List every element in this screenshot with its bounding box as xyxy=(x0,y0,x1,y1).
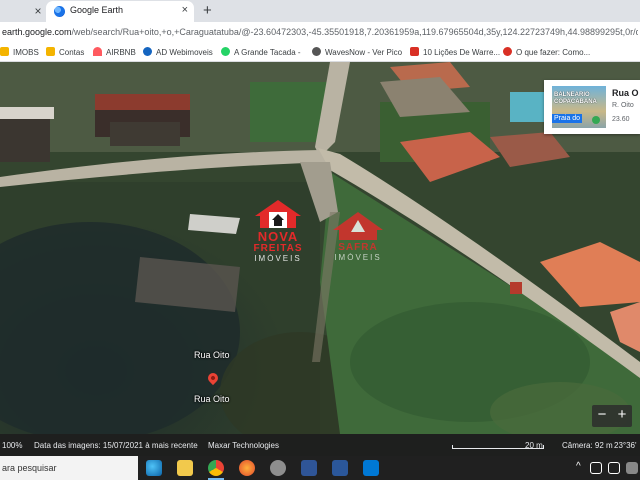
tab-close-button[interactable]: × xyxy=(182,4,188,16)
place-label-rua-oito-top[interactable]: Rua Oito xyxy=(194,350,230,360)
previous-tab-close-button[interactable]: × xyxy=(30,3,46,19)
webimoveis-icon xyxy=(143,47,152,56)
word-icon[interactable] xyxy=(332,460,348,476)
place-thumbnail[interactable]: BALNEARIO COPACABANA Praia do xyxy=(552,86,606,128)
place-subtitle: R. Oito xyxy=(612,102,634,109)
attribution[interactable]: Maxar Technologies xyxy=(208,441,279,450)
earth-status-bar: 100% Data das imagens: 15/07/2021 à mais… xyxy=(0,434,640,456)
watermark-safra: SAFRA IMÓVEIS xyxy=(318,210,398,262)
zoom-controls: − + xyxy=(592,405,632,427)
file-explorer-icon[interactable] xyxy=(177,460,193,476)
tray-chevron-icon[interactable]: ^ xyxy=(576,461,581,472)
house-logo-icon xyxy=(331,210,385,242)
chrome-icon[interactable] xyxy=(208,460,224,476)
bookmark-licoes-warren[interactable]: 10 Lições De Warre... xyxy=(410,47,500,57)
zoom-percent: 100% xyxy=(2,441,23,450)
bookmark-imobs[interactable]: IMOBS xyxy=(0,47,39,57)
bookmark-airbnb[interactable]: AIRBNB xyxy=(93,47,136,57)
bookmarks-bar: IMOBS Contas AIRBNB AD Webimoveis A Gran… xyxy=(0,44,640,62)
bookmark-ad-webimoveis[interactable]: AD Webimoveis xyxy=(143,47,213,57)
watermark-line2: FREITAS xyxy=(253,243,303,254)
url-path: /web/search/Rua+oito,+o,+Caraguatatuba/@… xyxy=(71,27,638,37)
browser-tab-strip: × Google Earth × + xyxy=(0,0,640,22)
house-logo-icon xyxy=(251,198,305,230)
place-coordinate: 23.60 xyxy=(612,116,630,123)
whatsapp-icon xyxy=(221,47,230,56)
youtube-icon xyxy=(410,47,419,56)
watermark-nova-freitas: NOVA FREITAS IMÓVEIS xyxy=(246,198,310,263)
notifications-icon[interactable] xyxy=(626,462,638,474)
firefox-icon[interactable] xyxy=(239,460,255,476)
address-bar[interactable]: earth.google.com/web/search/Rua+oito,+o,… xyxy=(0,22,640,44)
folder-icon xyxy=(46,47,55,56)
network-icon[interactable] xyxy=(590,462,602,474)
globe-icon xyxy=(312,47,321,56)
tab-google-earth[interactable]: Google Earth × xyxy=(46,1,194,22)
coordinates: 23°36' xyxy=(614,441,637,450)
google-earth-icon xyxy=(54,6,65,17)
place-title: Rua O xyxy=(612,88,639,98)
folder-icon xyxy=(0,47,9,56)
url-host: earth.google.com xyxy=(2,27,72,37)
imagery-date: Data das imagens: 15/07/2021 à mais rece… xyxy=(34,441,198,450)
outlook-icon[interactable] xyxy=(363,460,379,476)
watermark-right-line2: IMÓVEIS xyxy=(334,253,382,262)
watermark-line1: NOVA xyxy=(257,229,299,244)
bookmark-o-que-fazer[interactable]: O que fazer: Como... xyxy=(503,47,590,57)
airbnb-icon xyxy=(93,47,102,56)
new-tab-button[interactable]: + xyxy=(203,2,212,19)
watermark-line3: IMÓVEIS xyxy=(254,254,302,263)
thumb-text-1: BALNEARIO COPACABANA xyxy=(554,92,597,105)
zoom-in-button[interactable]: + xyxy=(612,407,632,423)
thumb-badge: Praia do xyxy=(552,114,583,123)
thumb-marker-icon xyxy=(592,116,600,124)
pinterest-icon xyxy=(503,47,512,56)
taskbar-search-box[interactable]: ara pesquisar xyxy=(0,456,138,480)
volume-icon[interactable] xyxy=(608,462,620,474)
calculator-icon[interactable] xyxy=(301,460,317,476)
edge-icon[interactable] xyxy=(146,460,162,476)
windows-taskbar: ara pesquisar ^ xyxy=(0,456,640,480)
scale-label: 20 m xyxy=(525,441,543,450)
camera-altitude: Câmera: 92 m xyxy=(562,441,613,450)
app-icon[interactable] xyxy=(270,460,286,476)
bookmark-grande-tacada[interactable]: A Grande Tacada - xyxy=(221,47,301,57)
url-text[interactable]: earth.google.com/web/search/Rua+oito,+o,… xyxy=(2,27,638,37)
place-info-card[interactable]: BALNEARIO COPACABANA Praia do Rua O R. Oi… xyxy=(544,80,640,134)
bookmark-wavesnow[interactable]: WavesNow - Ver Pico xyxy=(312,47,402,57)
zoom-out-button[interactable]: − xyxy=(592,407,612,423)
bookmark-contas[interactable]: Contas xyxy=(46,47,84,57)
place-label-rua-oito-pin[interactable]: Rua Oito xyxy=(194,394,230,404)
watermark-right-line1: SAFRA xyxy=(338,242,378,253)
tab-title: Google Earth xyxy=(70,5,124,15)
